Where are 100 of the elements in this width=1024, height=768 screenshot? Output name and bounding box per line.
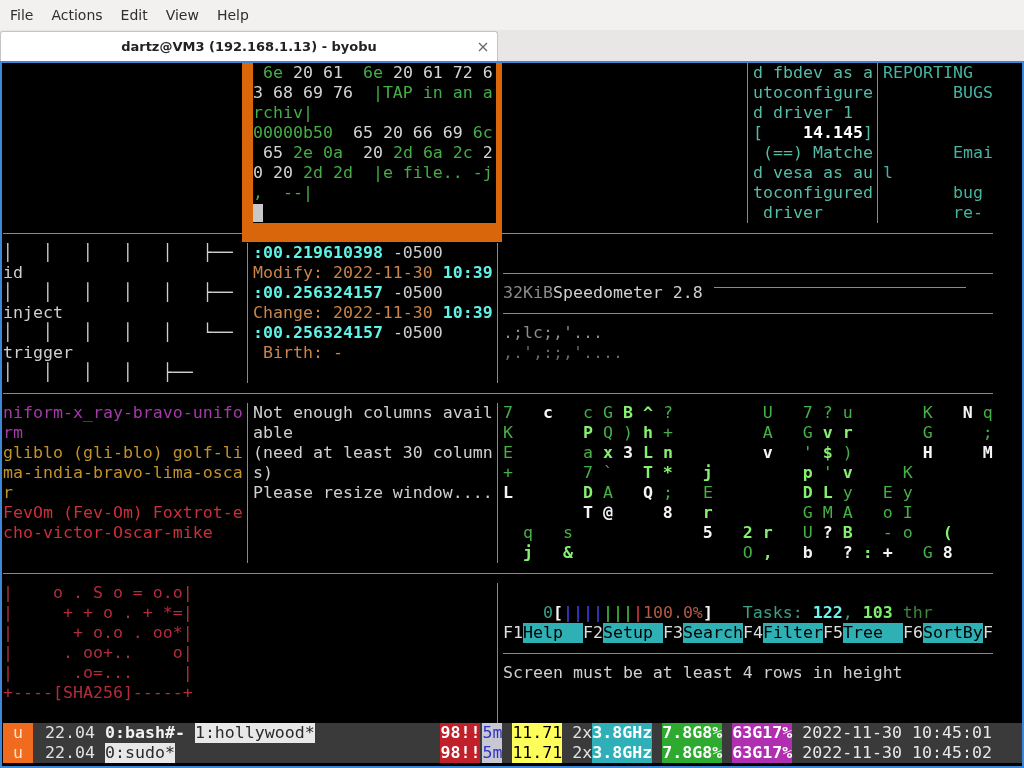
function-key-label[interactable]: SortBy [922,623,983,643]
terminal-text: Emai [952,143,993,162]
terminal-text: 32KiB [503,283,553,302]
tab[interactable]: dartz@VM3 (192.168.1.13) - byobu [0,31,498,61]
function-key[interactable]: F6 [902,623,923,642]
session-badge: u [3,743,33,763]
terminal-text: x [602,443,613,462]
terminal-text: E a [503,443,593,462]
terminal-text: | + + o . + *=| [3,603,193,622]
terminal-text: 6c [472,123,493,142]
terminal-text: q [982,403,993,422]
menu-item[interactable]: File [1,2,43,28]
function-key[interactable]: F [982,623,993,642]
terminal-text: c G [582,403,613,422]
terminal-text: v [842,463,853,482]
terminal-text: N [962,403,973,422]
terminal-text: ? U 7 ? u K [662,403,933,422]
terminal-text: ( [942,523,953,542]
terminal-text: |||| [562,603,603,622]
terminal-text: [ [753,123,763,142]
status-indicator: 98!! [440,723,481,743]
terminal-text: inject [3,303,63,322]
status-indicator: 5m [482,723,503,743]
release-label: 22.04 [45,743,95,763]
terminal-text: niform-x_ray-bravo-unifo [3,403,243,422]
terminal-text: BUGS [952,83,993,102]
terminal-text: G [922,543,933,562]
function-key[interactable]: F3 [662,623,683,642]
menu-item[interactable]: Edit [111,2,157,28]
window-tab[interactable]: 0:sudo* [104,743,175,763]
terminal-text: ' [822,463,833,482]
terminal-text: , [842,603,853,622]
terminal-text: Birth: - [263,343,343,362]
terminal-text: Screen must be at least 4 rows in height [503,663,903,682]
terminal-text: 0 [542,603,553,622]
window-tab[interactable]: 0:bash#- [104,723,185,743]
terminal-text: -0500 [392,283,443,302]
terminal-text: driver [763,203,823,222]
terminal-text: + A G [662,423,813,442]
terminal-text: ) [842,443,853,462]
terminal-text: 2d 2d |e file.. -j [302,163,493,182]
terminal-text: r [702,503,713,522]
terminal-text: q s [523,523,573,542]
function-key[interactable]: F4 [742,623,763,642]
menu-item[interactable]: View [156,2,208,28]
terminal-text: O [742,543,753,562]
terminal-text: 7 [503,403,513,422]
terminal-text: D [582,483,593,502]
close-icon[interactable] [478,41,488,52]
terminal-text: G M A o I [802,503,913,522]
terminal-text: | + o.o . oo*| [3,623,193,642]
terminal-text: , --| [253,183,313,202]
terminal-text: ] [702,603,713,622]
status-indicator: 11.71 [512,743,563,763]
terminal-text: v [762,443,773,462]
terminal-text: 122 [812,603,843,622]
terminal-text: Modify: 2022-11-30 [253,263,433,282]
release-label: 22.04 [45,723,95,743]
status-indicator: 7.8G8% [662,743,723,763]
terminal-text: G ; [922,423,993,442]
menu-item[interactable]: Actions [42,2,112,28]
terminal-text: ' [802,443,813,462]
terminal-text: trigger [3,343,73,362]
function-key-label[interactable]: Tree [842,623,903,643]
menu-item[interactable]: Help [207,2,258,28]
window-tab[interactable]: 1:hollywood* [194,723,315,743]
terminal-text: 00000b50 [253,123,333,142]
function-key-label[interactable]: Search [682,623,743,643]
terminal-text: ,.',:;,'.... [503,343,623,362]
terminal-text: 2 [482,143,493,162]
terminal-text: K [503,423,513,442]
status-indicator: 2x [572,723,593,743]
terminal-text: rm [3,423,23,442]
status-indicator: 11.71 [512,723,563,743]
status-indicator: 63G17% [732,743,793,763]
terminal-text: Q [642,483,653,502]
terminal-text: 8 [942,543,953,562]
status-indicator: 5m [482,743,503,763]
terminal-text: Please resize window.... [253,483,493,502]
function-key[interactable]: F2 [583,623,603,642]
terminal-text: B [842,523,853,542]
terminal-text: 6e [362,63,383,82]
status-indicator: 98!! [440,743,481,763]
terminal-text: 2d 6a 2c [392,143,473,162]
terminal-text: 65 20 66 69 [352,123,463,142]
terminal-text: rchiv| [253,103,313,122]
function-key-label[interactable]: Setup [602,623,663,643]
terminal-text: T * j p [642,463,813,482]
terminal-text: │ │ │ │ ├── [3,363,193,382]
terminal-text: A [602,483,613,502]
function-key-label[interactable]: Help [523,623,583,643]
terminal-text: 5 [702,523,713,542]
terminal-text: U [802,523,813,542]
function-key[interactable]: F1 [503,623,523,642]
terminal-text: T @ 8 [582,503,673,522]
terminal-text: L n [642,443,673,462]
terminal-text: 6e [263,63,283,82]
terminal-text: (==) Matche [763,143,873,162]
status-indicator: 2x [572,743,593,763]
terminal-text: Change: 2022-11-30 [253,303,433,322]
